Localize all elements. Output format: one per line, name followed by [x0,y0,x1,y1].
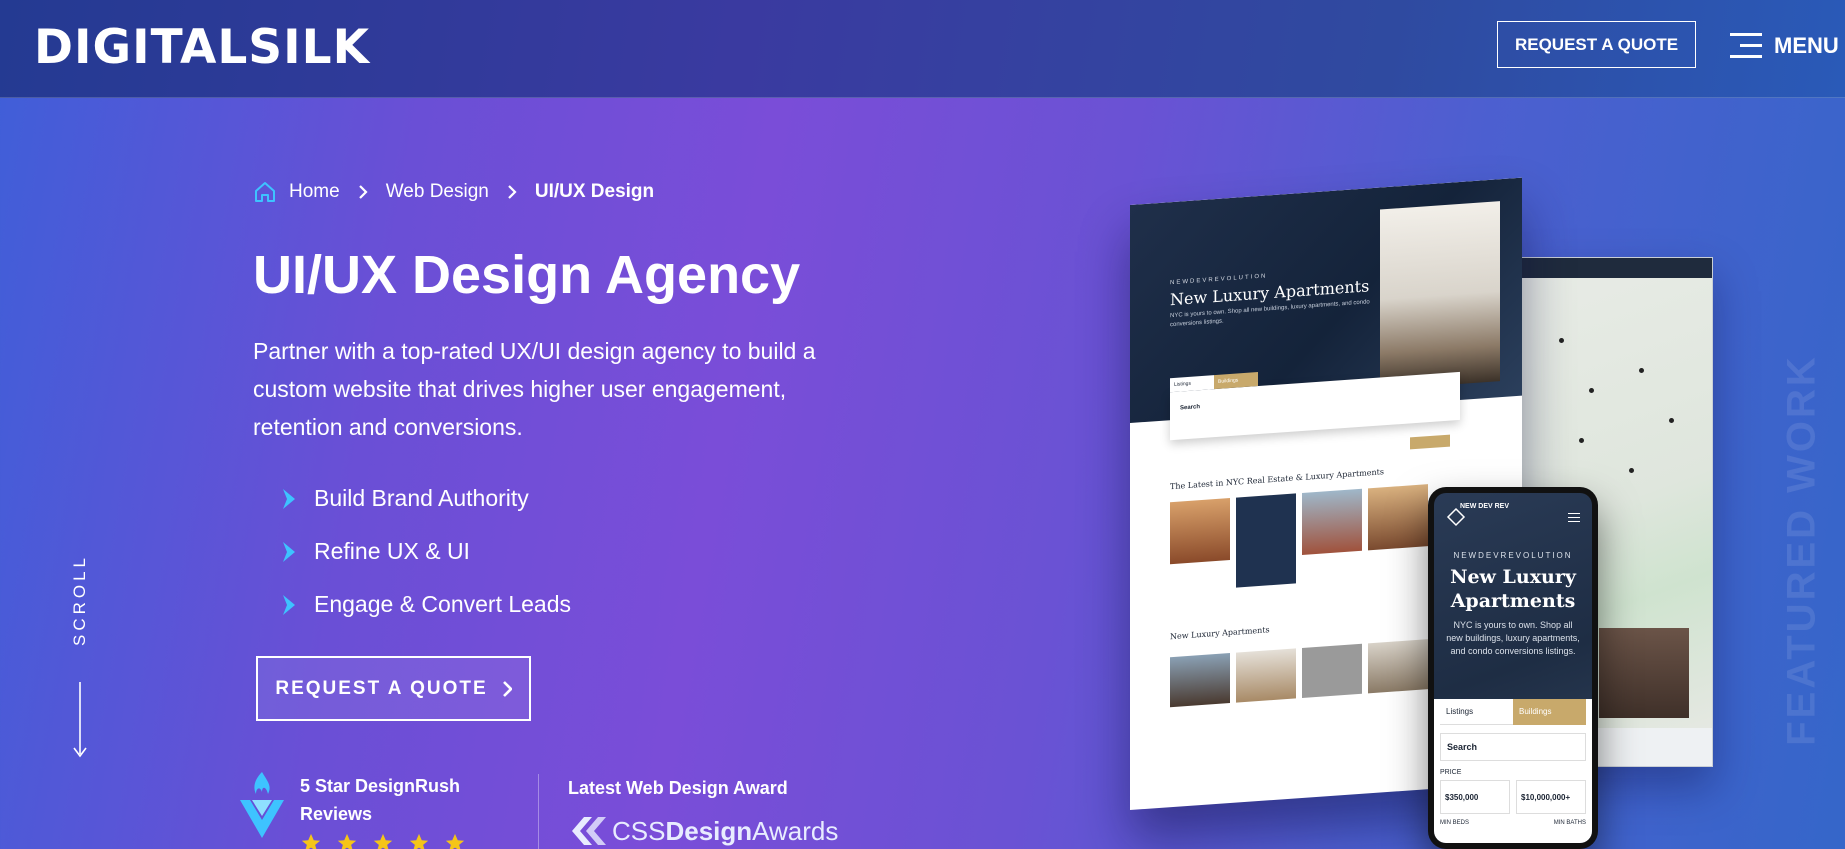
mockup-search-panel: Listings Buildings Search [1170,371,1460,441]
mockup-article-image [1368,484,1428,551]
mockup-listing-thumb [1236,648,1296,703]
scroll-indicator[interactable]: SCROLL [68,530,92,670]
caret-right-icon [283,541,295,562]
benefit-text: Refine UX & UI [314,538,470,564]
breadcrumb-current: UI/UX Design [534,181,655,202]
benefit-text: Build Brand Authority [314,485,529,511]
css-design-awards-badge[interactable]: Latest Web Design Award CSSDesignAwards [568,778,838,849]
phone-search-panel: Listings Buildings Search PRICE $350,000… [1434,699,1592,843]
hamburger-icon[interactable] [1730,33,1762,59]
mockup-search-button [1410,434,1450,450]
benefit-text: Engage & Convert Leads [314,591,572,617]
designrush-logo-icon [240,772,284,838]
phone-tab-listings: Listings [1440,699,1513,725]
mockup-latest-heading: The Latest in NYC Real Estate & Luxury A… [1170,467,1384,492]
phone-min-price: $350,000 [1440,780,1510,814]
star-icon [409,833,429,849]
cssda-logo-icon [572,817,606,845]
phone-screen: NEW DEV REV NEWDEVREVOLUTION New Luxury … [1434,493,1592,843]
hero-description: Partner with a top-rated UX/UI design ag… [253,338,816,440]
list-item: Refine UX & UI [282,525,571,578]
featured-work-label[interactable]: FEATURED WORK [1772,354,1832,746]
breadcrumb-web-design[interactable]: Web Design [386,181,489,203]
cta-label[interactable]: REQUEST A QUOTE [275,678,487,700]
mockup-phone: NEW DEV REV NEWDEVREVOLUTION New Luxury … [1428,487,1598,849]
arrow-down-icon[interactable] [73,682,87,758]
digitalsilk-logo[interactable]: DIGITALSILK [34,20,370,75]
review-text: 5 Star DesignRush Reviews [300,776,461,824]
breadcrumb: Home Web Design UI/UX Design [253,177,654,207]
phone-min-beds: MIN BEDS [1440,820,1470,826]
star-icon [301,833,321,849]
award-title: Latest Web Design Award [568,778,788,798]
mockup-search-field: Search [1180,404,1201,412]
phone-eyebrow: NEWDEVREVOLUTION [1453,551,1573,560]
interior-photo [1380,201,1500,390]
star-icon [445,833,465,849]
mockup-article-image [1170,498,1230,565]
phone-price-label: PRICE [1440,769,1462,776]
page-title: UI/UX Design Agency [253,245,801,305]
mockup-luxury-heading: New Luxury Apartments [1170,625,1270,642]
award-logo-text-design: Design [665,815,753,846]
chevron-right-icon [508,185,517,199]
phone-search-field: Search [1440,733,1586,761]
mockup-article-image [1302,488,1362,555]
caret-right-icon [283,488,295,509]
star-icon [337,833,357,849]
benefit-list: Build Brand Authority Refine UX & UI Eng… [282,472,571,631]
list-item: Build Brand Authority [282,472,571,525]
chevron-right-icon [502,680,512,697]
scroll-label[interactable]: SCROLL [70,554,90,646]
divider [538,774,539,849]
menu-label[interactable]: MENU [1774,33,1839,59]
caret-right-icon [283,594,295,615]
mockup-article-card [1236,493,1296,588]
building-photo [1599,628,1689,718]
star-rating [300,832,480,849]
css-design-awards-logo: CSSDesignAwards [568,813,838,849]
list-item: Engage & Convert Leads [282,578,571,631]
phone-max-price: $10,000,000+ [1516,780,1586,814]
phone-subtext: NYC is yours to own. Shop all new buildi… [1446,620,1580,656]
phone-min-baths: MIN BATHS [1553,820,1586,826]
featured-work-text[interactable]: FEATURED WORK [1780,354,1825,746]
menu-toggle[interactable]: MENU [1730,30,1839,62]
request-quote-cta-button[interactable]: REQUEST A QUOTE [256,656,531,721]
diamond-logo-icon [1446,507,1466,527]
top-navigation-bar: DIGITALSILK REQUEST A QUOTE MENU [0,0,1845,98]
hamburger-icon [1568,513,1580,522]
award-logo-text-css: CSS [612,815,666,846]
request-quote-header-button[interactable]: REQUEST A QUOTE [1497,21,1696,68]
designrush-review-badge[interactable]: 5 Star DesignRush Reviews [238,772,480,849]
home-icon[interactable] [253,180,277,204]
mockup-listing-thumb [1170,653,1230,708]
star-icon [373,833,393,849]
chevron-right-icon [358,185,368,199]
phone-title: New Luxury Apartments [1450,566,1576,612]
phone-tab-buildings: Buildings [1513,699,1586,725]
breadcrumb-home[interactable]: Home [289,181,340,203]
phone-logo-text: NEW DEV REV [1460,503,1510,510]
mockup-tab-listings: Listings [1170,375,1214,393]
mockup-listing-thumb [1368,639,1428,694]
award-logo-text-awards: Awards [752,815,839,846]
mockup-listing-thumb [1302,643,1362,698]
mockup-tab-buildings: Buildings [1214,372,1258,390]
